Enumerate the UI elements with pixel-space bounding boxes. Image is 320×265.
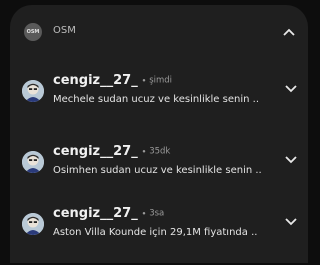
notification-message: Mechele sudan ucuz ve kesinlikle senin .… — [53, 94, 259, 105]
notification-item[interactable]: cengiz__27_ • 3sa Aston Villa Kounde için … — [10, 203, 308, 265]
separator: • — [141, 147, 147, 156]
avatar — [22, 151, 44, 173]
notification-message: Osimhen sudan ucuz ve kesinlikle senin .… — [53, 165, 262, 176]
notification-group: OSM OSM cengiz__27_ • şimdi Mechele sudan … — [10, 5, 308, 263]
expand-button[interactable] — [280, 78, 302, 100]
timestamp: 35dk — [149, 146, 171, 157]
app-name: OSM — [53, 25, 76, 36]
chevron-down-icon — [285, 218, 297, 226]
sender-line: cengiz__27_ • 3sa — [53, 206, 164, 221]
expand-button[interactable] — [280, 211, 302, 233]
app-icon-label: OSM — [26, 29, 40, 35]
expand-button[interactable] — [280, 149, 302, 171]
timestamp: 3sa — [149, 208, 165, 219]
chevron-up-icon — [283, 28, 295, 36]
sender-name: cengiz__27_ — [53, 144, 138, 159]
chevron-down-icon — [285, 85, 297, 93]
avatar — [22, 80, 44, 102]
notification-item[interactable]: cengiz__27_ • 35dk Osimhen sudan ucuz ve k… — [10, 141, 308, 203]
collapse-button[interactable] — [278, 21, 300, 43]
notification-message: Aston Villa Kounde için 29,1M fiyatında … — [53, 227, 258, 238]
avatar — [22, 213, 44, 235]
separator: • — [141, 209, 147, 218]
app-icon: OSM — [24, 23, 42, 41]
timestamp: şimdi — [149, 75, 173, 86]
sender-line: cengiz__27_ • 35dk — [53, 144, 170, 159]
sender-line: cengiz__27_ • şimdi — [53, 73, 172, 88]
notification-item[interactable]: cengiz__27_ • şimdi Mechele sudan ucuz ve … — [10, 70, 308, 132]
separator: • — [141, 76, 147, 85]
sender-name: cengiz__27_ — [53, 73, 138, 88]
notification-group-header[interactable]: OSM OSM — [10, 5, 308, 53]
sender-name: cengiz__27_ — [53, 206, 138, 221]
chevron-down-icon — [285, 156, 297, 164]
